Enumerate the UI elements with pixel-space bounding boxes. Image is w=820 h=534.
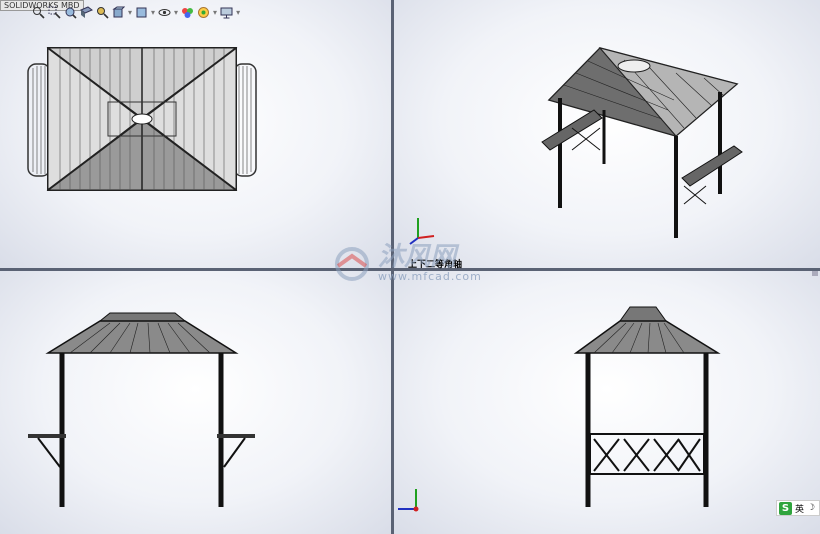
- ime-indicator[interactable]: S 英 ☽: [776, 500, 820, 516]
- section-view-icon[interactable]: [80, 6, 93, 19]
- right-view-drawing: [573, 306, 721, 507]
- view-settings-icon[interactable]: [220, 6, 233, 19]
- top-view-drawing: [27, 47, 257, 192]
- display-style-icon[interactable]: [135, 6, 148, 19]
- viewport-isometric[interactable]: [394, 0, 820, 268]
- triad-axis-icon: [409, 218, 435, 245]
- previous-view-icon[interactable]: [64, 6, 77, 19]
- heads-up-view-toolbar: ▾ ▾ ▾ ▾ ▾: [32, 6, 240, 19]
- dynamic-annotation-icon[interactable]: [96, 6, 109, 19]
- ime-mode-icon: ☽: [807, 503, 816, 513]
- active-view-label: 上下二等角轴: [408, 260, 463, 270]
- triad-axis-icon-bottom: [398, 489, 419, 512]
- isometric-view-drawing: [541, 47, 743, 238]
- view-orientation-icon[interactable]: [112, 6, 125, 19]
- viewport-corner-handle[interactable]: [812, 271, 818, 276]
- zoom-area-icon[interactable]: [48, 6, 61, 19]
- viewport-divider-vertical[interactable]: [391, 0, 394, 534]
- ime-lang: 英: [795, 504, 805, 515]
- viewport-front[interactable]: [0, 271, 391, 534]
- edit-appearance-icon[interactable]: [181, 6, 194, 19]
- zoom-to-fit-icon[interactable]: [32, 6, 45, 19]
- viewport-top[interactable]: SOLIDWORKS MBD ▾ ▾ ▾ ▾ ▾: [0, 0, 391, 268]
- front-view-drawing: [28, 312, 255, 507]
- hide-show-items-icon[interactable]: [158, 6, 171, 19]
- viewport-right[interactable]: [394, 271, 820, 534]
- apply-scene-icon[interactable]: [197, 6, 210, 19]
- ime-logo-icon: S: [779, 501, 792, 515]
